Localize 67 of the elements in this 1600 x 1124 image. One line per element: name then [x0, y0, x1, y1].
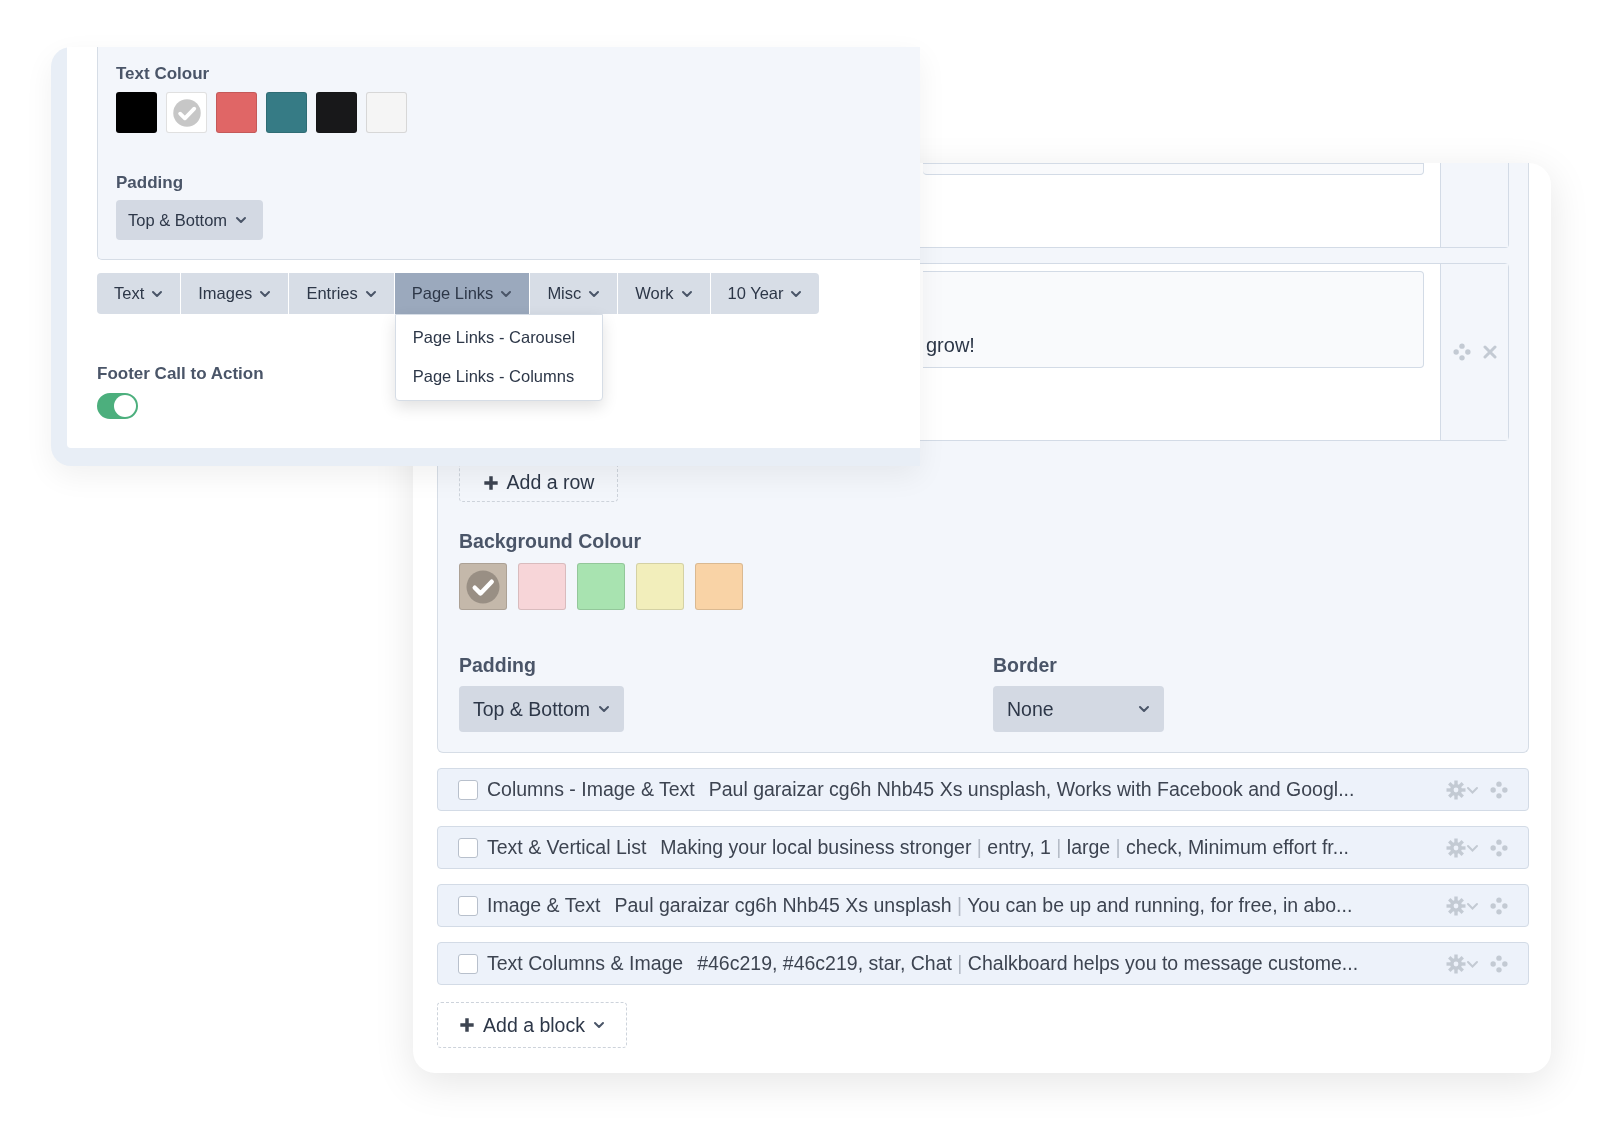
block-type-tab[interactable]: 10 Year	[710, 273, 820, 314]
block-summary: #46c219, #46c219, star, Chat | Chalkboard helps you to message custome...	[697, 952, 1360, 975]
close-icon	[1482, 345, 1497, 359]
colour-swatch[interactable]	[316, 92, 357, 133]
block-summary: Making your local business stronger | entry, 1 | large | check, Minimum effort fr...	[660, 836, 1350, 859]
move-icon	[1490, 838, 1508, 857]
gear-icon	[1446, 837, 1480, 858]
plus-icon	[459, 1017, 476, 1033]
colour-swatch[interactable]	[216, 92, 257, 133]
block-type-tab[interactable]: Text	[97, 273, 181, 314]
block-title: Columns - Image & Text	[487, 778, 695, 801]
move-icon	[1490, 954, 1508, 973]
gear-icon	[1446, 953, 1480, 974]
checkbox[interactable]	[458, 895, 478, 916]
plus-icon	[482, 474, 499, 491]
caret-icon	[1138, 703, 1150, 715]
checkbox[interactable]	[458, 779, 478, 800]
gear-icon	[1446, 779, 1480, 800]
colour-swatch[interactable]	[577, 563, 625, 610]
colour-swatch[interactable]	[266, 92, 307, 133]
field-label: Padding	[116, 173, 185, 193]
checkbox[interactable]	[458, 953, 478, 974]
block-row[interactable]: Columns - Image & Text Paul garaizar cg6h Nhb45 Xs unsplash, Works with Facebook and Googl...	[437, 768, 1529, 811]
move-icon	[1490, 896, 1508, 915]
block-type-tab[interactable]: Misc	[530, 273, 618, 314]
select-dropdown[interactable]: None	[993, 686, 1164, 732]
caret-icon	[592, 1019, 605, 1031]
check-icon	[171, 97, 202, 128]
colour-swatch[interactable]	[116, 92, 157, 133]
colour-swatch[interactable]	[459, 563, 507, 610]
colour-swatch[interactable]	[518, 563, 566, 610]
field-label: Footer Call to Action	[97, 364, 264, 384]
colour-swatch[interactable]	[636, 563, 684, 610]
block-row[interactable]: Text Columns & Image #46c219, #46c219, star, Chat | Chalkboard helps you to message custome...	[437, 942, 1529, 985]
block-type-tab[interactable]: Work	[618, 273, 710, 314]
colour-swatch[interactable]	[366, 92, 407, 133]
menu-item[interactable]: Page Links - Carousel	[395, 318, 602, 357]
add-block-button[interactable]: Add a block	[437, 1002, 627, 1048]
caret-icon	[235, 214, 248, 226]
field-label: Border	[993, 654, 1058, 677]
block-title: Image & Text	[487, 894, 601, 917]
block-type-tab[interactable]: Entries	[289, 273, 394, 314]
colour-swatch[interactable]	[695, 563, 743, 610]
menu-item[interactable]: Page Links - Columns	[395, 357, 602, 396]
block-summary: Paul garaizar cg6h Nhb45 Xs unsplash | You can be up and running, for free, in abo...	[614, 894, 1354, 917]
block-type-tab[interactable]: Images	[181, 273, 289, 314]
field-text: grow!	[926, 334, 975, 356]
field-label: Padding	[459, 654, 537, 677]
field-label: Text Colour	[116, 64, 211, 84]
text-field[interactable]: grow!	[923, 271, 1424, 368]
select-dropdown[interactable]: Top & Bottom	[116, 200, 263, 240]
block-summary: Paul garaizar cg6h Nhb45 Xs unsplash, Works with Facebook and Googl...	[708, 778, 1356, 801]
move-icon	[1490, 780, 1508, 799]
toggle-switch[interactable]	[97, 393, 138, 419]
block-row[interactable]: Image & Text Paul garaizar cg6h Nhb45 Xs unsplash | You can be up and running, for free, in abo...	[437, 884, 1529, 927]
block-type-tab[interactable]: Page Links	[394, 273, 530, 314]
select-dropdown[interactable]: Top & Bottom	[459, 686, 625, 732]
gear-icon	[1446, 895, 1480, 916]
block-row[interactable]: Text & Vertical List Making your local business stronger | entry, 1 | large | check, Minimum effort fr...	[437, 826, 1529, 869]
checkbox[interactable]	[458, 837, 478, 858]
block-title: Text & Vertical List	[487, 836, 647, 859]
check-icon	[465, 568, 501, 605]
move-icon	[1452, 343, 1471, 361]
caret-icon	[598, 703, 611, 715]
field-label: Background Colour	[459, 530, 642, 553]
block-title: Text Columns & Image	[487, 952, 684, 975]
colour-swatch[interactable]	[166, 92, 207, 133]
